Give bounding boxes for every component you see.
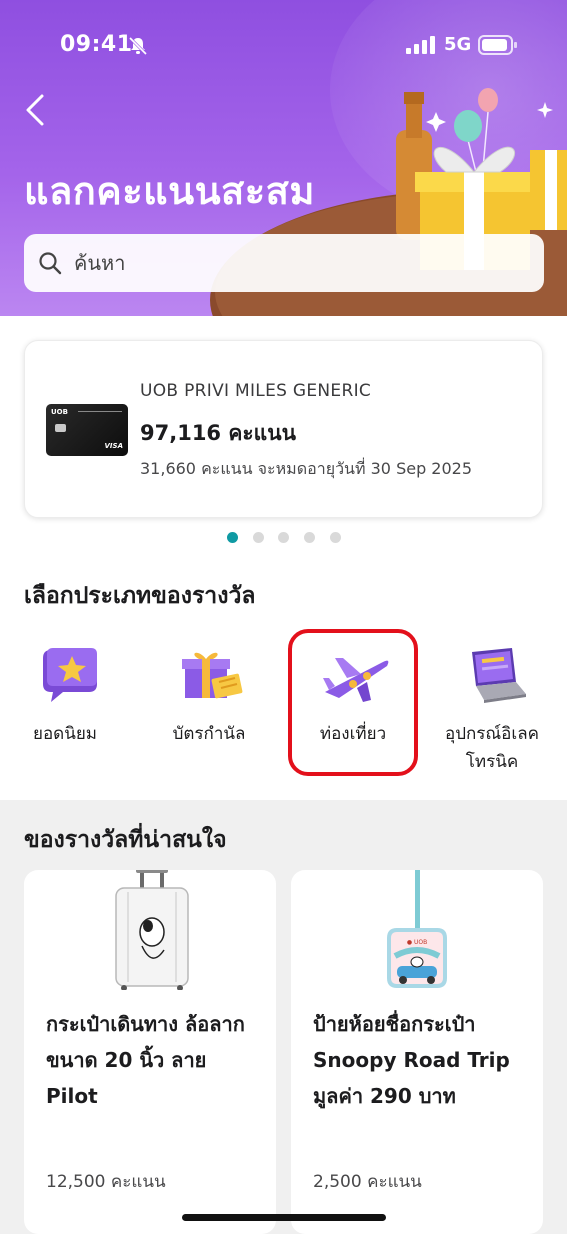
chevron-left-icon — [26, 94, 44, 126]
card-name: UOB PRIVI MILES GENERIC — [140, 381, 372, 401]
gift-voucher-icon — [182, 652, 243, 699]
pager-dot[interactable] — [227, 532, 238, 543]
signal-icon — [406, 36, 435, 54]
category-popular[interactable]: ยอดนิยม — [0, 634, 130, 784]
svg-text:● UOB: ● UOB — [407, 939, 427, 946]
reward-title: กระเป๋าเดินทาง ล้อลากขนาด 20 นิ้ว ลาย Pi… — [46, 1012, 245, 1108]
search-box[interactable] — [24, 234, 544, 292]
reward-title: ป้ายห้อยชื่อกระเป๋า Snoopy Road Trip มูล… — [313, 1012, 510, 1108]
card-bank-logo: UOB — [51, 408, 68, 416]
category-electronics[interactable]: อุปกรณ์อิเลค โทรนิค — [427, 634, 557, 784]
battery-icon — [478, 35, 517, 55]
category-label: บัตรกำนัล — [172, 724, 246, 744]
laptop-icon — [472, 648, 526, 703]
reward-points: 12,500 คะแนน — [46, 1172, 166, 1192]
credit-card-image: UOB VISA — [46, 404, 128, 456]
pager-dot[interactable] — [278, 532, 289, 543]
search-input[interactable] — [74, 234, 514, 292]
points-card[interactable]: UOB VISA UOB PRIVI MILES GENERIC 97,116 … — [24, 340, 543, 518]
status-bar: 09:41 5G — [0, 0, 567, 90]
reward-card[interactable]: กระเป๋าเดินทาง ล้อลากขนาด 20 นิ้ว ลาย Pi… — [24, 870, 276, 1234]
card-chip — [55, 424, 66, 432]
card-pager — [0, 532, 567, 544]
reward-points: 2,500 คะแนน — [313, 1172, 422, 1192]
network-type: 5G — [444, 34, 472, 55]
status-time: 09:41 — [60, 32, 133, 57]
home-indicator[interactable] — [182, 1214, 386, 1221]
selection-highlight — [288, 629, 418, 776]
category-label: อุปกรณ์อิเลค โทรนิค — [444, 724, 539, 772]
suitcase-image — [115, 870, 189, 990]
header: 09:41 5G แลกคะแนนสะสม — [0, 0, 567, 316]
card-expiry: 31,660 คะแนน จะหมดอายุวันที่ 30 Sep 2025 — [140, 459, 473, 478]
luggage-tag-image: ● UOB — [387, 870, 447, 988]
reward-card[interactable]: ● UOB ป้ายห้อยชื่อกระเป๋า Snoopy Road Tr… — [291, 870, 543, 1234]
category-label: ยอดนิยม — [33, 724, 97, 744]
star-badge-icon — [43, 648, 97, 702]
rewards-section: ของรางวัลที่น่าสนใจ กระเป๋าเดินทาง ล้อลา… — [0, 800, 567, 1234]
bell-muted-icon — [128, 36, 148, 56]
card-network-logo: VISA — [104, 442, 123, 450]
categories-title: เลือกประเภทของรางวัล — [24, 583, 256, 609]
rewards-title: ของรางวัลที่น่าสนใจ — [24, 827, 227, 853]
card-section: UOB VISA UOB PRIVI MILES GENERIC 97,116 … — [0, 316, 567, 800]
search-icon — [39, 252, 62, 275]
pager-dot[interactable] — [253, 532, 264, 543]
pager-dot[interactable] — [330, 532, 341, 543]
card-points: 97,116 คะแนน — [140, 421, 296, 445]
back-button[interactable] — [18, 88, 58, 132]
category-voucher[interactable]: บัตรกำนัล — [144, 634, 274, 784]
page-title: แลกคะแนนสะสม — [24, 169, 315, 213]
pager-dot[interactable] — [304, 532, 315, 543]
